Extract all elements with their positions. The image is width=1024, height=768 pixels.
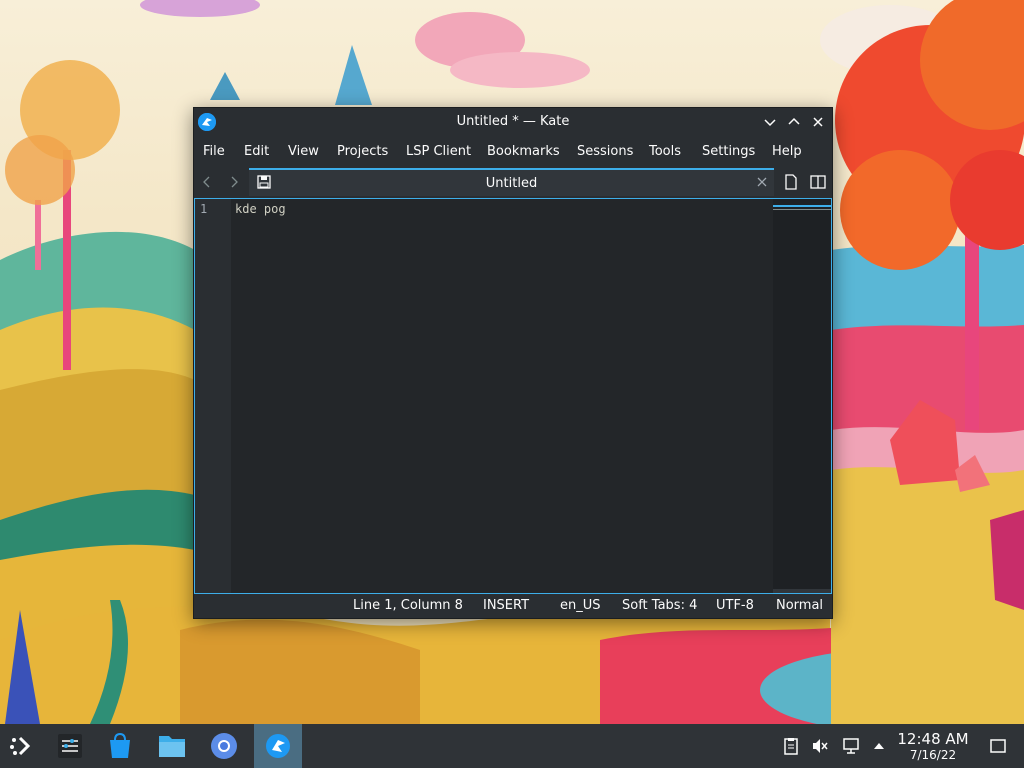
editor-text[interactable]: kde pog (235, 202, 286, 216)
volume-muted-icon[interactable] (810, 736, 830, 756)
minimize-button[interactable] (760, 112, 780, 132)
minimap-bottom (773, 589, 831, 593)
system-settings-icon[interactable] (48, 724, 96, 768)
minimap-scrollbar[interactable] (773, 199, 831, 593)
menu-help[interactable]: Help (772, 144, 802, 159)
tab-label: Untitled (485, 176, 538, 191)
status-bar: Line 1, Column 8 INSERT en_US Soft Tabs:… (194, 594, 832, 618)
menu-bar: File Edit View Projects LSP Client Bookm… (194, 138, 832, 166)
menu-projects[interactable]: Projects (337, 144, 388, 159)
application-launcher-icon[interactable] (0, 724, 48, 768)
menu-file[interactable]: File (203, 144, 225, 159)
menu-edit[interactable]: Edit (244, 144, 269, 159)
close-window-button[interactable] (808, 112, 828, 132)
expand-tray-icon[interactable] (869, 736, 889, 756)
digital-clock[interactable]: 12:48 AM 7/16/22 (890, 730, 976, 762)
split-view-icon[interactable] (809, 173, 827, 191)
cursor-position[interactable]: Line 1, Column 8 (353, 598, 463, 613)
clock-time: 12:48 AM (897, 730, 969, 748)
text-editor[interactable]: 1 kde pog (194, 198, 832, 594)
chevron-left-icon[interactable] (198, 173, 216, 191)
close-icon[interactable] (756, 176, 768, 192)
maximize-button[interactable] (784, 112, 804, 132)
kate-taskbar-icon[interactable] (254, 724, 302, 768)
taskbar: 12:48 AM 7/16/22 (0, 724, 1024, 768)
tab-bar: Untitled (194, 168, 832, 196)
menu-bookmarks[interactable]: Bookmarks (487, 144, 560, 159)
menu-sessions[interactable]: Sessions (577, 144, 633, 159)
clipboard-icon[interactable] (781, 736, 801, 756)
menu-tools[interactable]: Tools (649, 144, 681, 159)
indentation-settings[interactable]: Soft Tabs: 4 (622, 598, 697, 613)
kate-window: Untitled * — Kate File Edit View Project… (193, 107, 833, 619)
network-icon[interactable] (841, 736, 861, 756)
encoding[interactable]: UTF-8 (716, 598, 754, 613)
minimap-viewport (773, 205, 831, 207)
minimap-line (773, 209, 831, 210)
line-number: 1 (200, 202, 208, 216)
show-desktop-icon[interactable] (988, 736, 1008, 756)
chevron-right-icon[interactable] (225, 173, 243, 191)
title-bar[interactable]: Untitled * — Kate (194, 108, 832, 136)
window-title: Untitled * — Kate (456, 114, 570, 129)
file-manager-icon[interactable] (150, 724, 198, 768)
chromium-browser-icon[interactable] (202, 724, 250, 768)
menu-settings[interactable]: Settings (702, 144, 755, 159)
tab-untitled[interactable]: Untitled (249, 168, 774, 196)
input-mode[interactable]: INSERT (483, 598, 529, 613)
discover-store-icon[interactable] (98, 724, 146, 768)
menu-view[interactable]: View (288, 144, 319, 159)
line-number-gutter: 1 (195, 199, 231, 593)
syntax-mode[interactable]: Normal (776, 598, 823, 613)
dictionary-language[interactable]: en_US (560, 598, 601, 613)
new-document-icon[interactable] (782, 173, 800, 191)
clock-date: 7/16/22 (909, 748, 957, 762)
menu-lsp-client[interactable]: LSP Client (406, 144, 471, 159)
